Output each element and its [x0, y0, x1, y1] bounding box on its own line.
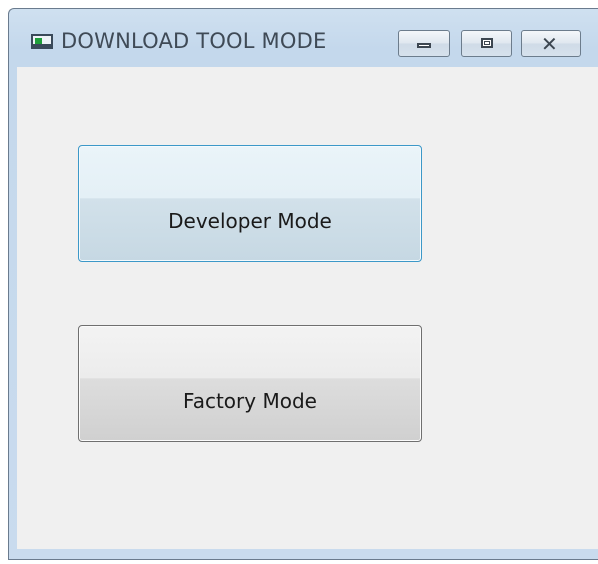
window-client-area [17, 67, 598, 549]
factory-mode-button[interactable]: Factory Mode [78, 325, 422, 442]
factory-mode-label: Factory Mode [183, 389, 317, 413]
application-icon-bar [33, 44, 51, 47]
application-window-icon[interactable] [31, 34, 53, 49]
app-window: DOWNLOAD TOOL MODE ✕ [8, 8, 598, 560]
maximize-button[interactable] [461, 30, 512, 57]
minimize-icon [417, 43, 431, 48]
maximize-icon [481, 38, 493, 48]
minimize-button[interactable] [398, 30, 450, 57]
window-title: DOWNLOAD TOOL MODE [61, 29, 327, 53]
developer-mode-label: Developer Mode [168, 209, 332, 233]
close-button[interactable]: ✕ [521, 30, 581, 57]
close-icon: ✕ [541, 32, 558, 56]
title-bar[interactable]: DOWNLOAD TOOL MODE ✕ [9, 9, 598, 67]
developer-mode-button[interactable]: Developer Mode [78, 145, 422, 262]
